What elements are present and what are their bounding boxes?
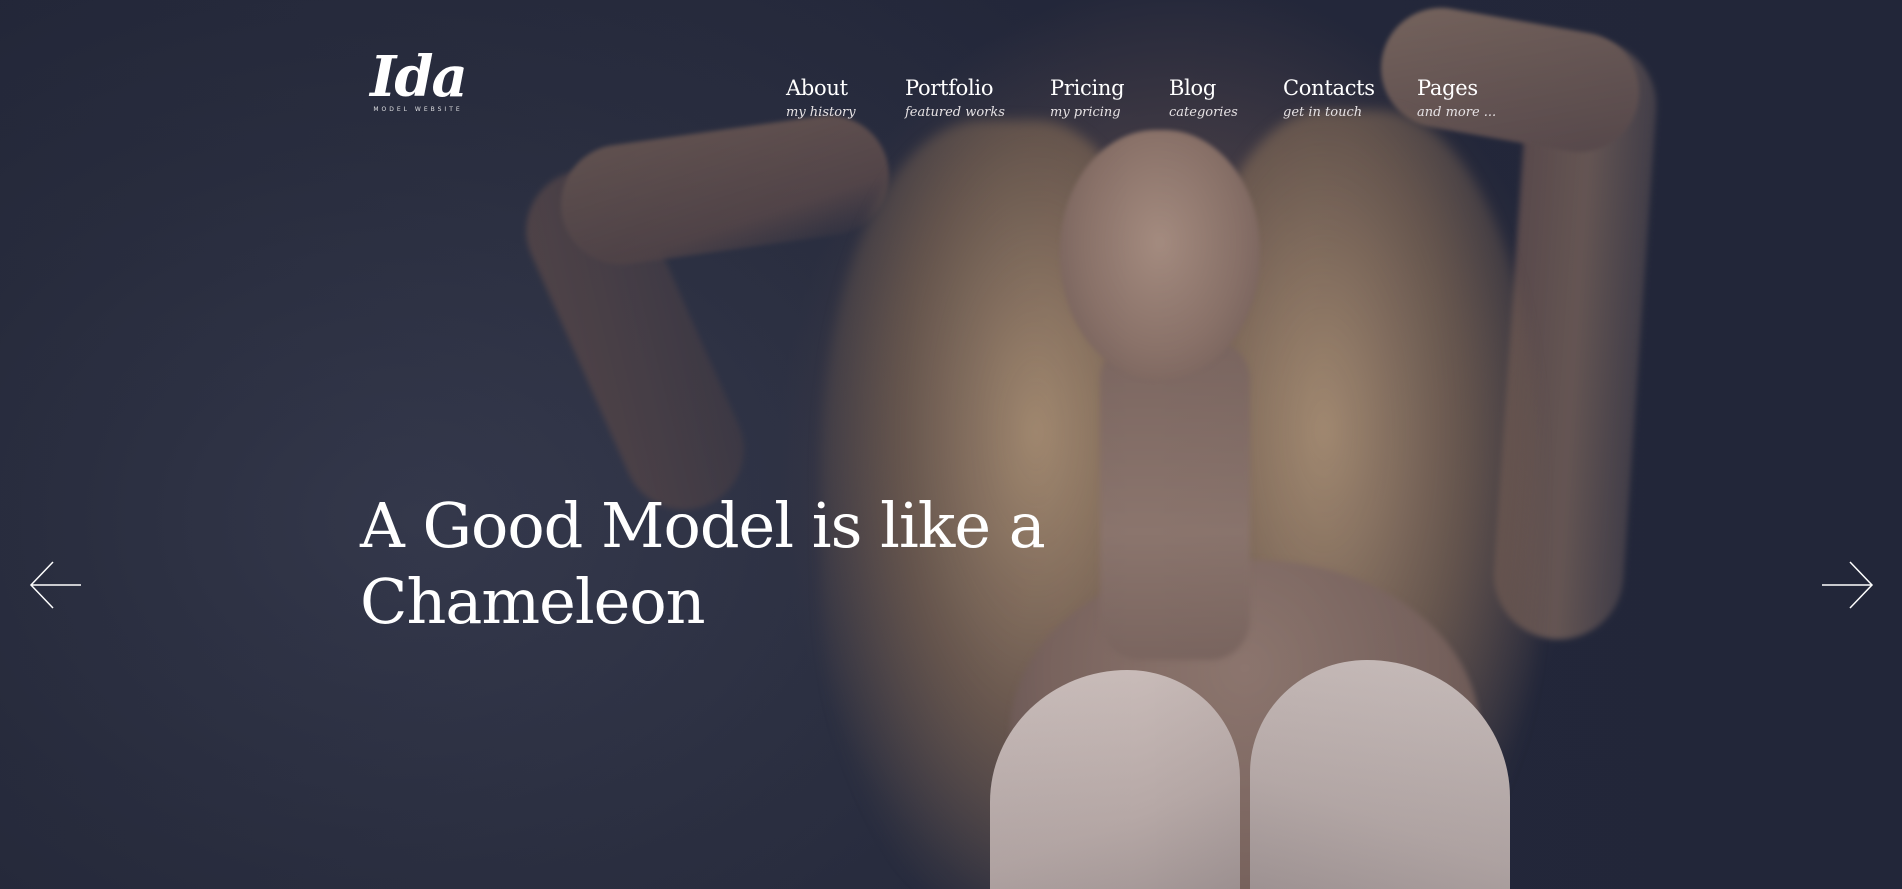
nav-item-label: Blog: [1169, 76, 1217, 100]
nav-item-sublabel: get in touch: [1283, 105, 1363, 120]
hero-headline-line: Chameleon: [360, 565, 706, 638]
nav-item-label: Portfolio: [905, 76, 994, 100]
main-nav: About my history Portfolio featured work…: [0, 76, 1902, 136]
nav-item-blog[interactable]: Blog categories: [1169, 76, 1238, 121]
hero-slider: Ida MODEL WEBSITE About my history Portf…: [0, 0, 1902, 889]
nav-item-sublabel: featured works: [905, 105, 1005, 120]
nav-item-sublabel: my pricing: [1050, 105, 1121, 120]
slider-prev-button[interactable]: [28, 560, 84, 610]
nav-item-sublabel: and more ...: [1417, 105, 1497, 120]
nav-item-about[interactable]: About my history: [786, 76, 856, 121]
nav-item-portfolio[interactable]: Portfolio featured works: [905, 76, 1005, 121]
arrow-right-icon: [1822, 561, 1874, 609]
nav-item-sublabel: categories: [1169, 105, 1238, 120]
nav-item-label: Contacts: [1283, 76, 1375, 100]
nav-item-label: Pages: [1417, 76, 1478, 100]
hero-image-garment: [1250, 660, 1510, 889]
nav-item-contacts[interactable]: Contacts get in touch: [1283, 76, 1375, 121]
nav-item-label: Pricing: [1050, 76, 1125, 100]
hero-image-neck: [1100, 340, 1250, 660]
hero-image-hair: [1180, 110, 1540, 889]
arrow-left-icon: [29, 561, 81, 609]
hero-headline: A Good Model is like a Chameleon: [360, 488, 1060, 640]
hero-image-arm: [506, 151, 764, 529]
nav-item-label: About: [786, 76, 848, 100]
nav-item-pricing[interactable]: Pricing my pricing: [1050, 76, 1125, 121]
nav-item-pages[interactable]: Pages and more ...: [1417, 76, 1496, 121]
hero-headline-line: A Good Model is like a: [360, 489, 1046, 562]
hero-image-body: [1010, 560, 1480, 889]
hero-image-face: [1060, 130, 1260, 380]
hero-image-garment: [990, 670, 1240, 889]
slider-next-button[interactable]: [1819, 560, 1875, 610]
nav-item-sublabel: my history: [786, 105, 856, 120]
